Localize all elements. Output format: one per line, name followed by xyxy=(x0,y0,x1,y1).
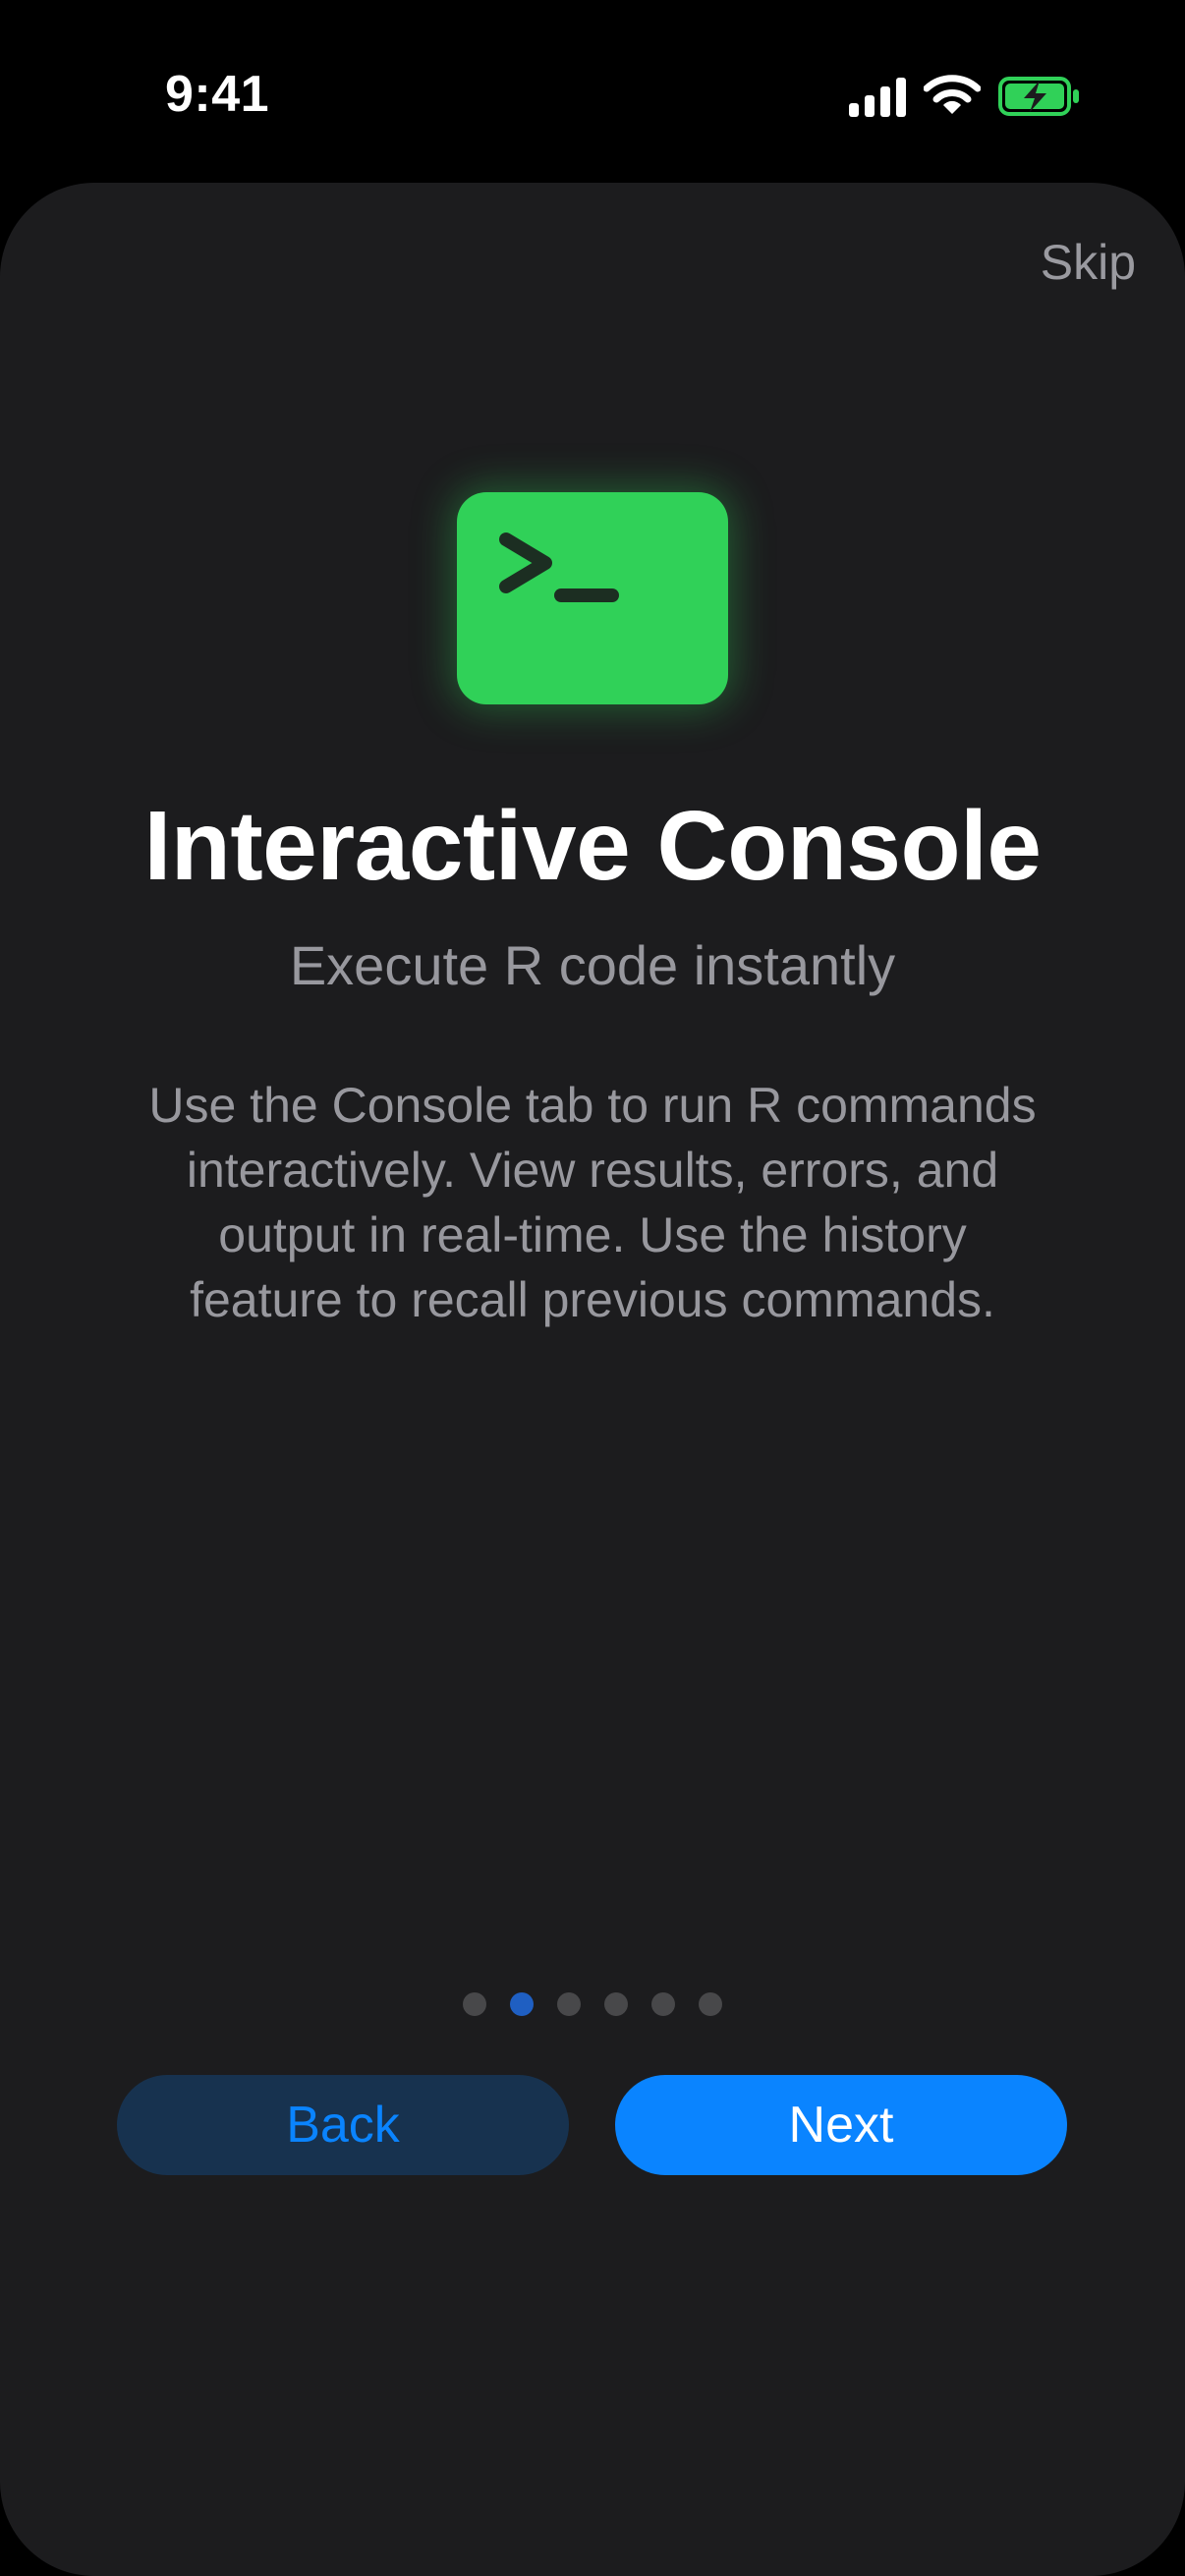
battery-charging-icon xyxy=(998,77,1079,116)
page-subtitle: Execute R code instantly xyxy=(289,934,896,996)
skip-button[interactable]: Skip xyxy=(1041,234,1136,291)
signal-icon xyxy=(849,78,906,117)
wifi-icon xyxy=(924,75,981,114)
page-indicator xyxy=(0,1992,1185,2016)
page-dot xyxy=(604,1992,628,2016)
terminal-icon xyxy=(457,492,728,704)
page-dot xyxy=(463,1992,486,2016)
status-bar: 9:41 xyxy=(0,0,1185,183)
page-description: Use the Console tab to run R commands in… xyxy=(148,1078,1037,1327)
back-button[interactable]: Back xyxy=(117,2075,569,2175)
page-dot xyxy=(651,1992,675,2016)
next-button[interactable]: Next xyxy=(615,2075,1067,2175)
page-dot xyxy=(699,1992,722,2016)
status-time: 9:41 xyxy=(165,66,270,123)
page-dot-active xyxy=(510,1992,534,2016)
page-dot xyxy=(557,1992,581,2016)
page-title: Interactive Console xyxy=(143,791,1042,901)
